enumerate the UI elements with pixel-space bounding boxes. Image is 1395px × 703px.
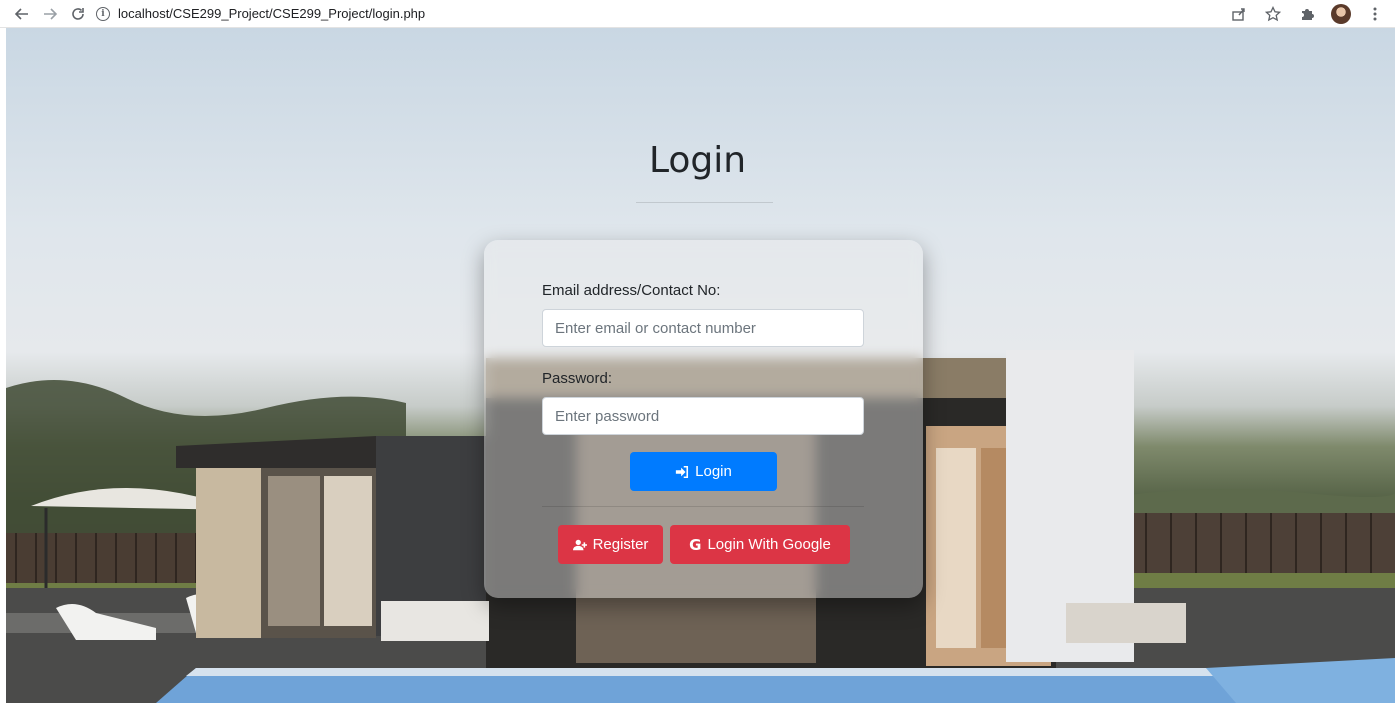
browser-actions: [1229, 0, 1385, 28]
kebab-menu-icon[interactable]: [1365, 4, 1385, 24]
address-bar[interactable]: i localhost/CSE299_Project/CSE299_Projec…: [96, 2, 425, 26]
user-plus-icon: [572, 539, 587, 550]
password-label: Password:: [542, 370, 613, 387]
url-text[interactable]: localhost/CSE299_Project/CSE299_Project/…: [118, 6, 425, 21]
puzzle-icon[interactable]: [1297, 4, 1317, 24]
forward-button[interactable]: [38, 2, 62, 26]
reload-button[interactable]: [66, 2, 90, 26]
login-button-label: Login: [695, 463, 732, 480]
arrow-left-icon: [14, 7, 28, 20]
profile-avatar[interactable]: [1331, 4, 1351, 24]
register-button[interactable]: Register: [558, 525, 663, 564]
share-icon[interactable]: [1229, 4, 1249, 24]
login-card: Email address/Contact No: Password: Logi…: [484, 240, 923, 598]
google-icon: G: [689, 535, 702, 554]
back-button[interactable]: [10, 2, 34, 26]
google-login-button-label: Login With Google: [707, 536, 831, 553]
sign-in-icon: [676, 465, 689, 478]
title-divider: [636, 202, 773, 203]
email-input[interactable]: [542, 309, 864, 347]
page-title: Login: [648, 140, 747, 181]
register-button-label: Register: [592, 536, 649, 553]
arrow-right-icon: [44, 7, 58, 20]
star-icon[interactable]: [1263, 4, 1283, 24]
info-icon[interactable]: i: [96, 6, 110, 21]
email-label: Email address/Contact No:: [542, 282, 721, 299]
password-input[interactable]: [542, 397, 864, 435]
browser-toolbar: i localhost/CSE299_Project/CSE299_Projec…: [0, 0, 1395, 28]
card-divider: [542, 506, 864, 507]
reload-icon: [72, 7, 84, 20]
login-button[interactable]: Login: [630, 452, 777, 491]
google-login-button[interactable]: G Login With Google: [670, 525, 850, 564]
